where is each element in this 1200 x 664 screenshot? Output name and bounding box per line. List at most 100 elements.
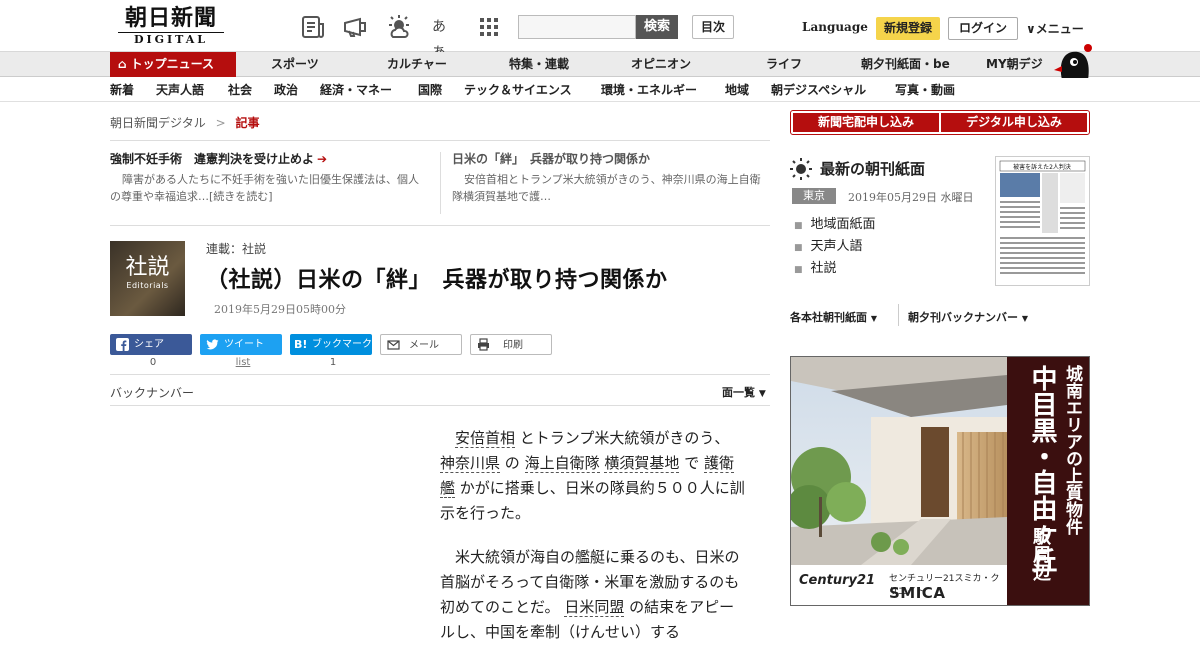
hatena-bookmark-label: ブックマーク	[312, 339, 372, 350]
breadcrumb-current: 記事	[235, 116, 260, 130]
related-topic-1[interactable]: 強制不妊手術 違憲判決を受け止めよ ➔ 障害がある人たちに不妊手術を強いた旧優生保…	[110, 150, 428, 205]
nav-international[interactable]: 国際	[418, 78, 442, 102]
login-button[interactable]: ログイン	[948, 17, 1018, 40]
ad-headline-1: 城南エリアの上質物件	[1062, 365, 1082, 535]
newspaper-thumb-headline: 被害を訴えた2人判決	[1013, 163, 1071, 171]
nav-society[interactable]: 社会	[228, 78, 252, 102]
paper-link-editorial[interactable]: ■ 社説	[794, 257, 837, 276]
page-list-dropdown[interactable]: 面一覧 ▼	[722, 384, 766, 400]
printer-icon	[478, 338, 489, 351]
divider	[898, 304, 899, 326]
advertisement[interactable]: 城南エリアの上質物件 中目黒・自由ヶ丘 駅周辺 Century21 センチュリー…	[790, 356, 1090, 606]
nav-local[interactable]: 地域	[725, 78, 749, 102]
twitter-share-label: ツイート	[224, 339, 264, 350]
backnumber-dropdown[interactable]: 朝夕刊バックナンバー ▼	[908, 309, 1028, 325]
nav-tenseijingo[interactable]: 天声人語	[156, 78, 204, 102]
print-button[interactable]: 印刷	[470, 334, 552, 355]
hatena-bookmark-button[interactable]: B! ブックマーク	[290, 334, 372, 355]
paper-link-tenseijingo[interactable]: ■ 天声人語	[794, 235, 863, 254]
divider	[110, 140, 770, 141]
nav-photo-video[interactable]: 写真・動画	[895, 78, 955, 102]
nav-features[interactable]: 特集・連載	[509, 52, 569, 77]
mail-icon	[387, 340, 400, 350]
apps-grid-icon[interactable]	[476, 14, 502, 40]
nav-environment[interactable]: 環境・エネルギー	[601, 78, 697, 102]
breadcrumb-separator: >	[215, 116, 226, 130]
newspaper-icon[interactable]	[300, 14, 326, 40]
keyword-link[interactable]: 日米同盟	[564, 598, 625, 617]
arrow-right-icon: ➔	[317, 152, 328, 166]
facebook-share-button[interactable]: シェア	[110, 334, 192, 355]
nav-economy[interactable]: 経済・マネー	[320, 78, 392, 102]
divider	[110, 374, 770, 375]
keyword-link[interactable]: 神奈川県	[440, 454, 501, 473]
dropdown-label: 各本社朝刊紙面	[790, 311, 867, 324]
keyword-link[interactable]: 安倍首相	[455, 429, 516, 448]
hatena-icon: B!	[294, 338, 308, 351]
nav-tech[interactable]: テック＆サイエンス	[464, 78, 572, 102]
search-input[interactable]	[518, 15, 636, 39]
nav-life[interactable]: ライフ	[766, 52, 802, 77]
caret-down-icon: ▼	[1021, 314, 1028, 323]
nav-culture[interactable]: カルチャー	[387, 52, 447, 77]
facebook-share-count: 0	[149, 357, 157, 368]
asahi-logo[interactable]: 朝日新聞 DIGITAL	[112, 6, 230, 48]
editorials-kanji: 社説	[125, 255, 170, 280]
font-size-icon[interactable]: ああ	[432, 14, 458, 61]
latest-edition-title[interactable]: 最新の朝刊紙面	[820, 158, 925, 179]
article-paragraph: 米大統領が海自の艦艇に乗るのも、日米の首脳がそろって自衛隊・米軍を激励するのも初…	[440, 545, 746, 645]
backnumber-link[interactable]: バックナンバー	[110, 384, 194, 401]
nav-sports[interactable]: スポーツ	[271, 52, 319, 77]
editorials-english: Editorials	[126, 281, 169, 290]
series-label[interactable]: 連載：社説	[206, 240, 266, 257]
region-badge: 東京	[792, 188, 836, 204]
regional-editions-dropdown[interactable]: 各本社朝刊紙面 ▼	[790, 309, 877, 325]
body-text: とトランプ米大統領がきのう、	[519, 429, 730, 447]
nav-latest[interactable]: 新着	[110, 78, 134, 102]
megaphone-icon[interactable]	[342, 14, 368, 40]
nav-politics[interactable]: 政治	[274, 78, 298, 102]
caret-down-icon: ▼	[758, 389, 766, 399]
newspaper-delivery-button[interactable]: 新聞宅配申し込み	[793, 113, 939, 132]
search-button[interactable]: 検索	[636, 15, 678, 39]
digital-subscribe-button[interactable]: デジタル申し込み	[941, 113, 1087, 132]
home-icon: ⌂	[118, 57, 127, 71]
mail-label: メール	[409, 340, 439, 351]
primary-nav: ⌂ トップニュース スポーツ カルチャー 特集・連載 オピニオン ライフ 朝夕刊紙…	[0, 52, 1200, 77]
facebook-icon	[116, 338, 129, 351]
bullet-icon: ■	[794, 243, 803, 253]
editorials-image: 社説 Editorials	[110, 241, 185, 316]
nav-paper[interactable]: 朝夕刊紙面・be	[861, 52, 950, 77]
article-paragraph: 安倍首相 とトランプ米大統領がきのう、 神奈川県 の 海上自衛隊 横須賀基地 で…	[440, 426, 746, 526]
nav-opinion[interactable]: オピニオン	[631, 52, 691, 77]
nav-top-news[interactable]: ⌂ トップニュース	[110, 52, 236, 77]
keyword-link[interactable]: 海上自衛隊	[524, 454, 600, 473]
nav-my-asahi[interactable]: MY朝デジ	[986, 52, 1043, 77]
mail-button[interactable]: メール	[380, 334, 462, 355]
facebook-share-label: シェア	[134, 339, 164, 350]
ad-company-en: SMICA CREATE	[889, 584, 955, 605]
hatena-bookmark-count: 1	[329, 357, 337, 368]
sun-icon	[790, 158, 812, 180]
weather-icon[interactable]	[386, 14, 412, 40]
register-button[interactable]: 新規登録	[876, 17, 940, 40]
related-topic-2[interactable]: 日米の「絆」 兵器が取り持つ関係か 安倍首相とトランプ米大統領がきのう、神奈川県…	[452, 150, 768, 205]
nav-special[interactable]: 朝デジスペシャル	[771, 78, 866, 102]
contents-button[interactable]: 目次	[692, 15, 734, 39]
twitter-share-list[interactable]: list	[202, 357, 284, 368]
language-link[interactable]: Language	[802, 20, 868, 34]
divider	[110, 405, 770, 406]
paper-link-local[interactable]: ■ 地域面紙面	[794, 213, 876, 232]
paper-date: 2019年05月29日 水曜日	[848, 191, 974, 204]
menu-button[interactable]: ∨メニュー	[1026, 20, 1084, 37]
bullet-icon: ■	[794, 221, 803, 231]
breadcrumb-home[interactable]: 朝日新聞デジタル	[110, 116, 206, 130]
twitter-share-button[interactable]: ツイート	[200, 334, 282, 355]
divider	[440, 152, 441, 214]
mascot-icon[interactable]	[1050, 42, 1092, 80]
paper-link-label: 地域面紙面	[810, 217, 876, 232]
keyword-link[interactable]: 横須賀基地	[604, 454, 680, 473]
newspaper-thumbnail[interactable]: 被害を訴えた2人判決	[995, 156, 1090, 286]
chevron-down-icon: ∨	[1026, 22, 1036, 36]
divider	[110, 225, 770, 226]
